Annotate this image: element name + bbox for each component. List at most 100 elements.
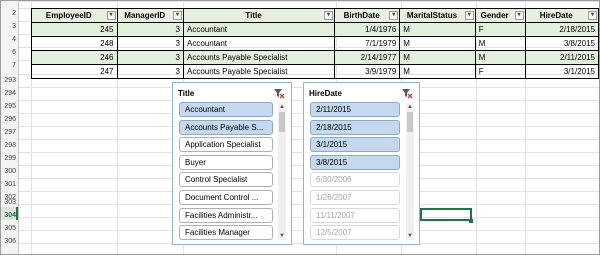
row-number[interactable]: 298 [1, 140, 17, 152]
spreadsheet-window: 2 3 4 6 7 293 294 295 296 297 298 299 300 301 302 303 30… [0, 0, 600, 255]
column-header-label: BirthDate [343, 11, 380, 20]
table-cell[interactable]: Accountant [182, 36, 336, 51]
scroll-thumb[interactable] [279, 112, 285, 132]
filter-dropdown-icon[interactable]: ▾ [464, 11, 474, 20]
slicer-item[interactable]: 3/8/2015 [310, 154, 400, 170]
slicer-item[interactable]: 11/11/2007 [310, 207, 400, 223]
table-cell[interactable]: 2/18/2015 [524, 22, 599, 37]
table-cell[interactable]: 3 [116, 36, 185, 51]
table-row: 245 3 Accountant 1/4/1976 M F 2/18/2015 [31, 22, 599, 37]
table-cell[interactable]: 3 [116, 64, 185, 79]
table-cell[interactable]: Accountant [182, 22, 336, 37]
column-header: Gender ▾ [474, 8, 526, 23]
column-header: HireDate ▾ [524, 8, 599, 23]
filter-dropdown-icon[interactable]: ▾ [389, 11, 399, 20]
row-number[interactable]: 294 [1, 88, 17, 100]
row-number[interactable]: 297 [1, 127, 17, 139]
table-cell[interactable]: Accounts Payable Specialist [182, 50, 336, 65]
row-number[interactable]: 304 [1, 210, 17, 222]
slicer-item[interactable]: 2/18/2015 [310, 119, 400, 135]
slicer-item[interactable]: 12/5/2007 [310, 225, 400, 241]
clear-filter-icon[interactable] [401, 87, 413, 99]
row-number[interactable]: 295 [1, 101, 17, 113]
row-headers: 2 3 4 6 7 293 294 295 296 297 298 299 300 301 302 303 30… [1, 1, 19, 254]
slicer-item[interactable]: 1/26/2007 [310, 190, 400, 205]
slicer-item[interactable]: Accountant [179, 102, 273, 117]
row-number[interactable]: 296 [1, 114, 17, 126]
title-slicer[interactable]: Title Accountant Accounts Payable S... App… [172, 82, 292, 245]
filter-dropdown-icon[interactable]: ▾ [588, 11, 597, 20]
row-number[interactable]: 2 [1, 8, 17, 20]
column-header-label: ManagerID [124, 11, 166, 20]
row-number[interactable]: 303 [1, 197, 17, 209]
table-cell[interactable]: F [474, 22, 526, 37]
table-cell[interactable]: 248 [31, 36, 118, 51]
slicer-scrollbar[interactable]: ▲ ▼ [278, 103, 286, 240]
table-cell[interactable]: 245 [31, 22, 118, 37]
slicer-item[interactable]: 6/30/2006 [310, 172, 400, 188]
table-row: 246 3 Accounts Payable Specialist 2/14/1977… [31, 50, 599, 65]
table-cell[interactable]: M [474, 36, 526, 51]
scroll-up-icon[interactable]: ▲ [278, 103, 286, 111]
slicer-header-hiredate: HireDate [309, 89, 342, 98]
table-cell[interactable]: 3/8/2015 [524, 36, 599, 51]
slicer-item[interactable]: Facilities Administr... [179, 207, 273, 223]
table-cell[interactable]: M [399, 22, 476, 37]
employee-table: EmployeeID ▾ ManagerID ▾ Title ▾ BirthDate ▾ Mar… [31, 8, 599, 79]
table-cell[interactable]: M [399, 36, 476, 51]
active-cell[interactable] [420, 208, 472, 221]
scroll-down-icon[interactable]: ▼ [406, 232, 414, 240]
slicer-item[interactable]: 3/1/2015 [310, 137, 400, 153]
scroll-thumb[interactable] [407, 112, 413, 132]
table-cell[interactable]: 7/1/1979 [334, 36, 401, 51]
table-cell[interactable]: 1/4/1976 [334, 22, 401, 37]
table-row: 247 3 Accounts Payable Specialist 3/9/1979 M… [31, 64, 599, 79]
column-header-label: Gender [480, 11, 509, 20]
table-cell[interactable]: 2/11/2015 [524, 50, 599, 65]
row-number[interactable]: 299 [1, 153, 17, 165]
table-cell[interactable]: 2/14/1977 [334, 50, 401, 65]
row-number[interactable]: 300 [1, 166, 17, 178]
table-cell[interactable]: 247 [31, 64, 118, 79]
slicer-item[interactable]: Facilities Manager [179, 225, 273, 241]
scroll-up-icon[interactable]: ▲ [406, 103, 414, 111]
scroll-down-icon[interactable]: ▼ [278, 232, 286, 240]
sort-filter-icon[interactable]: ▾ [324, 11, 334, 20]
slicer-scrollbar[interactable]: ▲ ▼ [406, 103, 414, 240]
fill-handle[interactable] [469, 219, 473, 223]
table-cell[interactable]: 3/9/1979 [334, 64, 401, 79]
row-number[interactable]: 7 [1, 60, 17, 72]
column-header-label: HireDate [539, 11, 573, 20]
table-cell[interactable]: 3/1/2015 [524, 64, 599, 79]
row-number[interactable]: 301 [1, 179, 17, 191]
hiredate-slicer[interactable]: HireDate 2/11/2015 2/18/2015 3/1/2015 3/8/2… [303, 82, 420, 245]
row-number[interactable]: 6 [1, 47, 17, 59]
slicer-item[interactable]: Document Control ... [179, 190, 273, 205]
slicer-item[interactable]: 2/11/2015 [310, 102, 400, 117]
filter-dropdown-icon[interactable]: ▾ [514, 11, 524, 20]
filter-dropdown-icon[interactable]: ▾ [173, 11, 182, 20]
row-number[interactable]: 305 [1, 223, 17, 235]
table-cell[interactable]: F [474, 64, 526, 79]
column-header: ManagerID ▾ [116, 8, 185, 23]
row-number[interactable]: 306 [1, 236, 17, 248]
table-cell[interactable]: M [399, 64, 476, 79]
column-header-label: MaritalStatus [406, 11, 458, 20]
table-cell[interactable]: M [399, 50, 476, 65]
slicer-item[interactable]: Buyer [179, 154, 273, 170]
clear-filter-icon[interactable] [273, 87, 285, 99]
table-cell[interactable]: Accounts Payable Specialist [182, 64, 336, 79]
table-cell[interactable]: 3 [116, 22, 185, 37]
slicer-item[interactable]: Control Specialist [179, 172, 273, 188]
column-header: EmployeeID ▾ [31, 8, 118, 23]
row-number[interactable]: 4 [1, 34, 17, 46]
filter-dropdown-icon[interactable]: ▾ [106, 11, 116, 20]
table-cell[interactable]: 246 [31, 50, 118, 65]
slicer-item[interactable]: Application Specialist [179, 137, 273, 153]
table-cell[interactable]: 3 [116, 50, 185, 65]
row-number[interactable]: 293 [1, 75, 17, 87]
slicer-item[interactable]: Accounts Payable S... [179, 119, 273, 135]
column-header-label: EmployeeID [45, 11, 92, 20]
table-cell[interactable]: M [474, 50, 526, 65]
row-number[interactable]: 3 [1, 21, 17, 33]
